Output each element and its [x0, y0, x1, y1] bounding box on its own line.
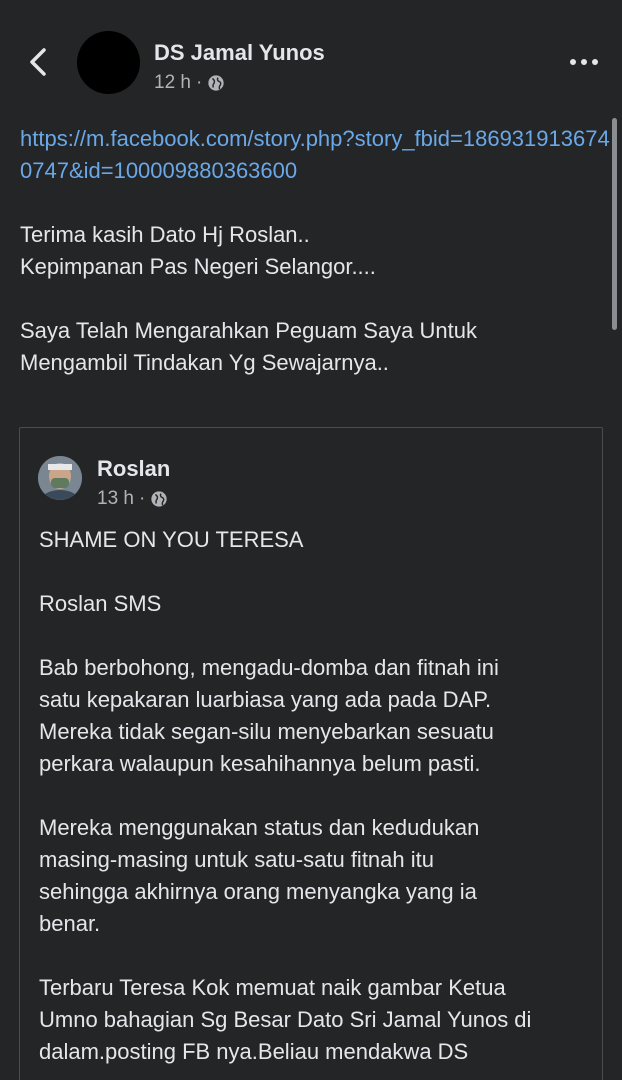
shared-author-name[interactable]: Roslan	[97, 456, 170, 482]
shared-post-paragraph: Bab berbohong, mengadu-domba dan fitnah …	[39, 655, 499, 776]
avatar-image	[38, 456, 82, 500]
globe-icon	[151, 491, 167, 507]
shared-post-paragraph: Terbaru Teresa Kok memuat naik gambar Ke…	[39, 975, 532, 1064]
meta-separator: ·	[195, 72, 203, 93]
scrollbar[interactable]	[612, 118, 617, 330]
chevron-left-icon	[30, 48, 46, 76]
shared-post-body: SHAME ON YOU TERESA Roslan SMS Bab berbo…	[39, 524, 589, 1068]
post-paragraph: Saya Telah Mengarahkan Peguam Saya Untuk…	[20, 318, 477, 375]
back-button[interactable]	[22, 44, 54, 80]
post-paragraph: Terima kasih Dato Hj Roslan.. Kepimpanan…	[20, 222, 376, 279]
globe-icon	[208, 75, 224, 91]
author-name[interactable]: DS Jamal Yunos	[154, 40, 325, 66]
more-options-button[interactable]	[568, 52, 600, 72]
shared-post-paragraph: Roslan SMS	[39, 591, 162, 616]
post-header: DS Jamal Yunos 12 h ·	[0, 0, 622, 110]
post-body: https://m.facebook.com/story.php?story_f…	[20, 123, 610, 379]
post-meta: 12 h ·	[154, 72, 225, 94]
shared-author-avatar[interactable]	[38, 456, 82, 500]
author-avatar[interactable]	[77, 31, 140, 94]
meta-separator: ·	[138, 488, 146, 509]
post-link[interactable]: https://m.facebook.com/story.php?story_f…	[20, 123, 610, 187]
post-screen: DS Jamal Yunos 12 h · https://m.facebook…	[0, 0, 622, 1080]
shared-post-card[interactable]: Roslan 13 h · SHAME ON YOU TERESA Roslan…	[19, 427, 603, 1080]
shared-post-paragraph: SHAME ON YOU TERESA	[39, 527, 304, 552]
shared-post-meta: 13 h ·	[97, 488, 168, 510]
more-horizontal-icon	[570, 59, 598, 65]
shared-post-timestamp[interactable]: 13 h	[97, 488, 134, 510]
shared-post-paragraph: Mereka menggunakan status dan kedudukan …	[39, 815, 480, 936]
post-timestamp[interactable]: 12 h	[154, 72, 191, 94]
